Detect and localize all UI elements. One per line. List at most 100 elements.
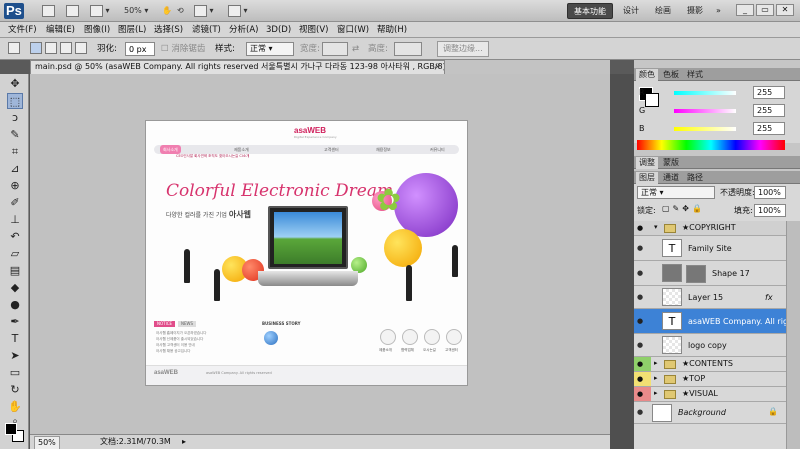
add-selection-icon[interactable] — [45, 42, 57, 54]
visibility-eye-icon[interactable]: ● — [637, 408, 643, 416]
maximize-button[interactable]: ▭ — [756, 4, 774, 16]
menu-3d[interactable]: 3D(D) — [266, 23, 291, 37]
workspace-essentials[interactable]: 基本功能 — [567, 3, 613, 19]
visibility-eye-icon[interactable]: ● — [637, 269, 643, 277]
lasso-tool-icon[interactable]: ↄ — [7, 110, 23, 126]
menu-filter[interactable]: 滤镜(T) — [192, 23, 221, 37]
pen-tool-icon[interactable]: ✒ — [7, 314, 23, 330]
zoom-field[interactable]: 50% — [34, 436, 60, 449]
color-spectrum-bar[interactable] — [637, 140, 785, 150]
shape-tool-icon[interactable]: ▭ — [7, 365, 23, 381]
close-document-icon[interactable]: × — [434, 61, 441, 73]
blue-value-input[interactable]: 255 — [753, 122, 785, 135]
foreground-color-swatch[interactable] — [5, 423, 17, 435]
quick-selection-tool-icon[interactable]: ✎ — [7, 127, 23, 143]
tab-color[interactable]: 颜色 — [636, 69, 658, 81]
menu-help[interactable]: 帮助(H) — [377, 23, 407, 37]
brush-tool-icon[interactable]: ✐ — [7, 195, 23, 211]
workspace-photography[interactable]: 摄影 — [681, 3, 709, 19]
workspace-painting[interactable]: 绘画 — [649, 3, 677, 19]
green-slider[interactable] — [674, 109, 736, 113]
tab-adjustments[interactable]: 调整 — [636, 157, 658, 169]
tab-layers[interactable]: 图层 — [636, 172, 658, 184]
menu-view[interactable]: 视图(V) — [299, 23, 328, 37]
arrange-documents-button[interactable]: ▾ — [194, 4, 214, 18]
green-value-input[interactable]: 255 — [753, 104, 785, 117]
layer-group-row[interactable]: ● ▾ ★COPYRIGHT — [634, 221, 786, 236]
layer-row[interactable]: ● Layer 15 fx — [634, 286, 786, 309]
tab-swatches[interactable]: 色板 — [660, 69, 682, 81]
style-select[interactable]: 正常 ▾ — [246, 42, 294, 56]
expand-arrow-icon[interactable]: ▾ — [654, 223, 658, 231]
crop-tool-icon[interactable]: ⌗ — [7, 144, 23, 160]
visibility-eye-icon[interactable]: ● — [634, 372, 651, 386]
history-brush-tool-icon[interactable]: ↶ — [7, 229, 23, 245]
tab-paths[interactable]: 路径 — [684, 172, 706, 184]
menu-layer[interactable]: 图层(L) — [118, 23, 146, 37]
document-tab[interactable]: main.psd @ 50% (asaWEB Company. All righ… — [30, 60, 445, 74]
eyedropper-tool-icon[interactable]: ⊿ — [7, 161, 23, 177]
lock-icons[interactable]: ▢✎✥🔒 — [662, 204, 705, 213]
layer-row-selected[interactable]: ● T asaWEB Company. All rig... — [634, 309, 796, 334]
layer-row[interactable]: ● Shape 17 — [634, 261, 786, 286]
gradient-tool-icon[interactable]: ▤ — [7, 263, 23, 279]
visibility-eye-icon[interactable]: ● — [637, 244, 643, 252]
blue-slider[interactable] — [674, 127, 736, 131]
width-input[interactable] — [322, 42, 348, 56]
workspace-more-button[interactable]: » — [710, 3, 727, 19]
collapse-arrow-icon[interactable]: ▸ — [654, 374, 658, 382]
screen-mode-button[interactable]: ▾ — [228, 4, 248, 18]
visibility-eye-icon[interactable]: ● — [634, 357, 651, 371]
tab-styles[interactable]: 样式 — [684, 69, 706, 81]
dodge-tool-icon[interactable]: ● — [7, 297, 23, 313]
menu-file[interactable]: 文件(F) — [8, 23, 37, 37]
menu-window[interactable]: 窗口(W) — [337, 23, 369, 37]
blur-tool-icon[interactable]: ◆ — [7, 280, 23, 296]
eraser-tool-icon[interactable]: ▱ — [7, 246, 23, 262]
visibility-eye-icon[interactable]: ● — [637, 293, 643, 301]
clone-stamp-tool-icon[interactable]: ⊥ — [7, 212, 23, 228]
bridge-button[interactable] — [42, 4, 55, 18]
layer-row[interactable]: ● T Family Site — [634, 236, 786, 261]
fill-input[interactable]: 100% — [754, 204, 786, 217]
swap-icon[interactable]: ⇄ — [352, 42, 359, 56]
marquee-tool-icon[interactable]: ⬚ — [7, 93, 23, 109]
new-selection-icon[interactable] — [30, 42, 42, 54]
zoom-level-dropdown[interactable]: 50% ▾ — [124, 4, 148, 18]
layer-group-row[interactable]: ● ▸ ★CONTENTS — [634, 357, 786, 372]
minibridge-button[interactable] — [66, 4, 79, 18]
move-tool-icon[interactable]: ✥ — [7, 76, 23, 92]
red-value-input[interactable]: 255 — [753, 86, 785, 99]
menu-select[interactable]: 选择(S) — [154, 23, 183, 37]
layer-row[interactable]: ● Background 🔒 — [634, 402, 786, 424]
intersect-selection-icon[interactable] — [75, 42, 87, 54]
tab-masks[interactable]: 蒙版 — [660, 157, 682, 169]
red-slider[interactable] — [674, 91, 736, 95]
collapse-arrow-icon[interactable]: ▸ — [654, 359, 658, 367]
menu-image[interactable]: 图像(I) — [84, 23, 110, 37]
layer-row[interactable]: ● logo copy — [634, 334, 786, 357]
opacity-input[interactable]: 100% — [754, 186, 786, 199]
close-button[interactable]: ✕ — [776, 4, 794, 16]
subtract-selection-icon[interactable] — [60, 42, 72, 54]
layers-scrollbar[interactable] — [786, 221, 800, 449]
tab-channels[interactable]: 通道 — [660, 172, 682, 184]
layer-effects-icon[interactable]: fx — [765, 293, 773, 302]
visibility-eye-icon[interactable]: ● — [637, 317, 643, 325]
tool-preset-picker[interactable] — [8, 42, 20, 54]
layer-group-row[interactable]: ● ▸ ★TOP — [634, 372, 786, 387]
menu-edit[interactable]: 编辑(E) — [46, 23, 75, 37]
status-menu-arrow-icon[interactable]: ▸ — [182, 436, 186, 448]
document-size-info[interactable]: 文档:2.31M/70.3M — [100, 436, 171, 448]
collapse-arrow-icon[interactable]: ▸ — [654, 389, 658, 397]
visibility-eye-icon[interactable]: ● — [634, 387, 651, 401]
visibility-eye-icon[interactable]: ● — [634, 221, 651, 235]
layer-group-row[interactable]: ● ▸ ★VISUAL — [634, 387, 786, 402]
healing-brush-tool-icon[interactable]: ⊕ — [7, 178, 23, 194]
3d-rotate-tool-icon[interactable]: ↻ — [7, 382, 23, 398]
hand-tool-icon[interactable]: ✋ — [7, 399, 23, 415]
workspace-design[interactable]: 设计 — [617, 3, 645, 19]
refine-edge-button[interactable]: 调整边缘... — [437, 41, 489, 57]
path-selection-tool-icon[interactable]: ➤ — [7, 348, 23, 364]
antialias-checkbox[interactable]: ☐ 消除锯齿 — [161, 42, 205, 56]
